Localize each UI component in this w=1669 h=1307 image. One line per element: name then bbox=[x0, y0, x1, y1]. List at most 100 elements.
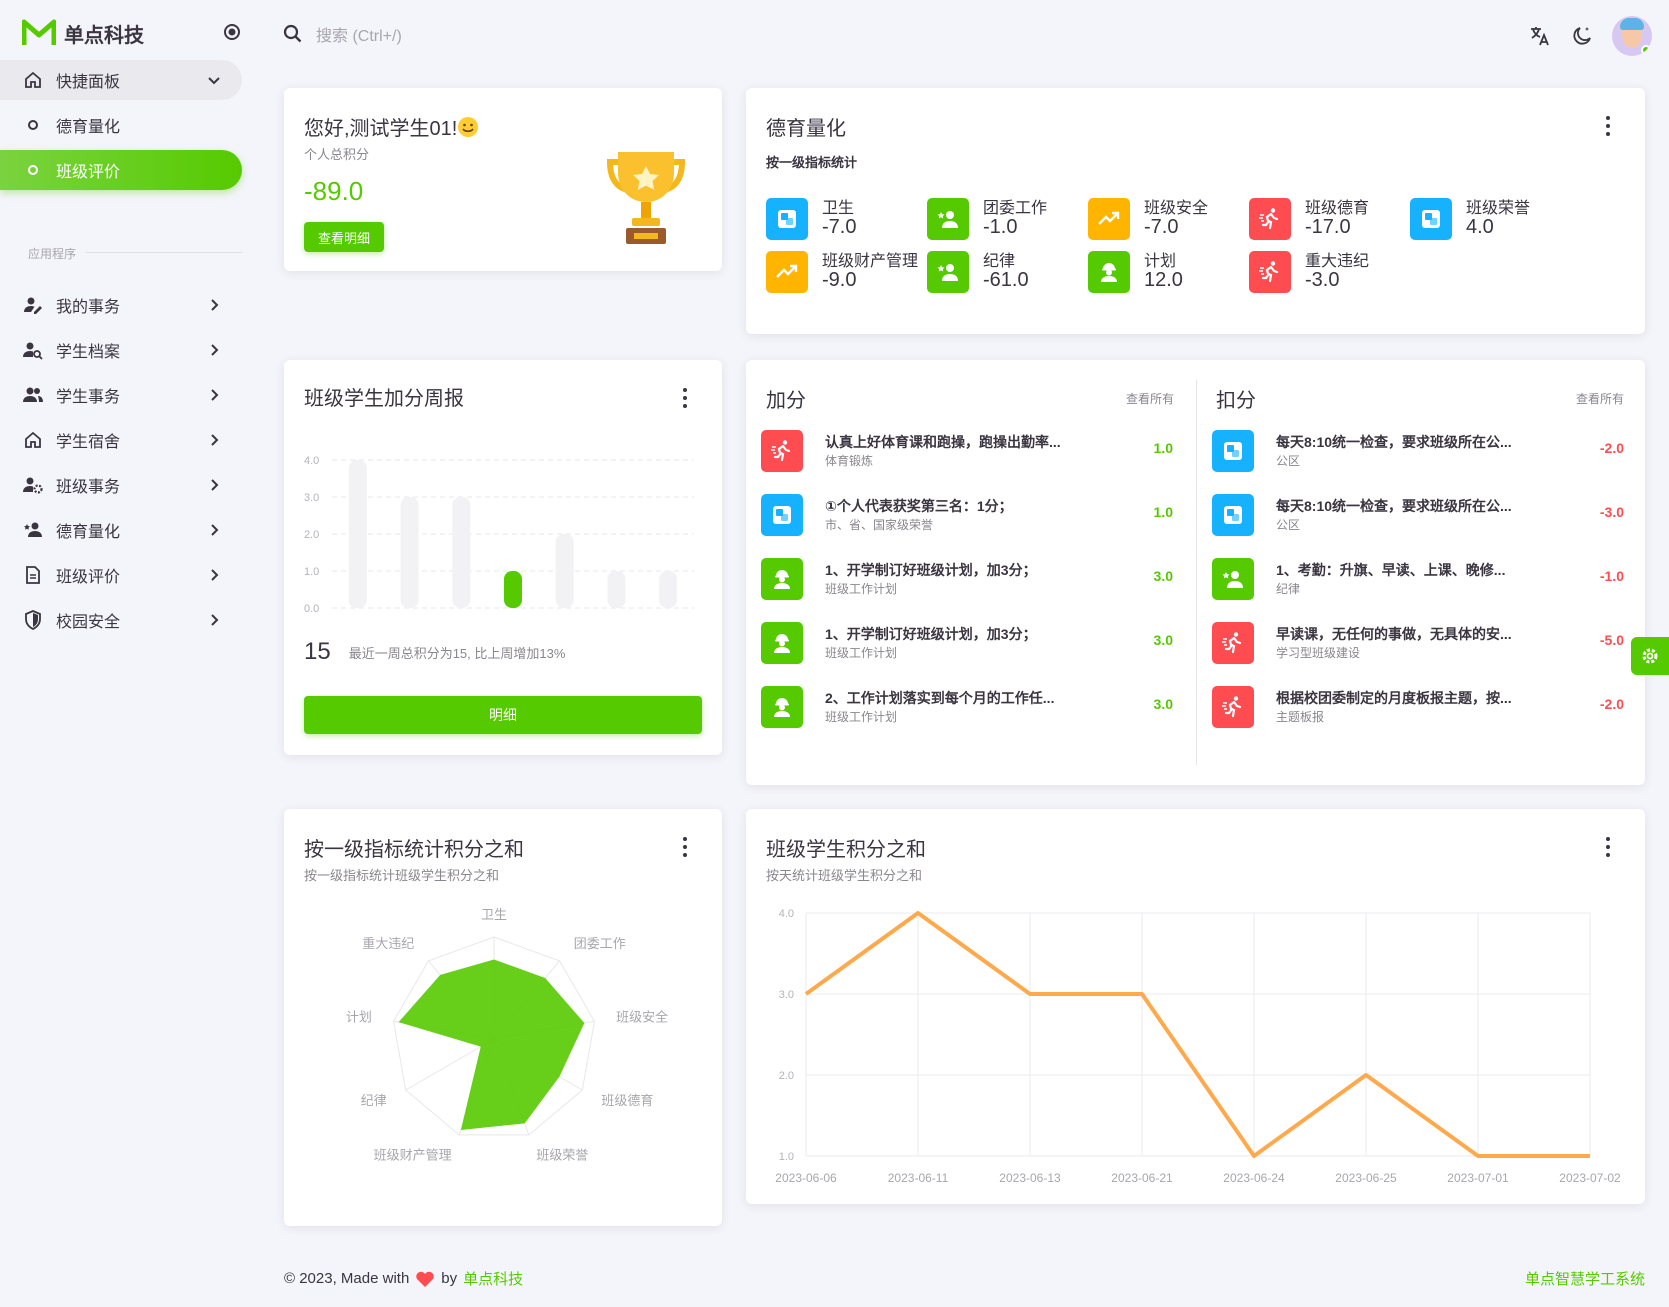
more-menu-icon[interactable] bbox=[1605, 116, 1611, 136]
nav-campus-safety[interactable]: 校园安全 bbox=[0, 600, 242, 640]
quant-stat-value: -61.0 bbox=[983, 269, 1029, 291]
chevron-right-icon bbox=[211, 389, 219, 401]
search-bar[interactable]: 搜索 (Ctrl+/) bbox=[282, 22, 402, 46]
settings-fab[interactable] bbox=[1631, 637, 1669, 675]
square-icon bbox=[761, 494, 803, 536]
y-tick-label: 0.0 bbox=[304, 603, 319, 615]
quant-stat-value: 12.0 bbox=[1144, 269, 1183, 291]
nav-label: 班级事务 bbox=[56, 479, 121, 496]
item-title: 1、开学制订好班级计划，加3分； bbox=[825, 562, 1037, 578]
footer-system-name[interactable]: 单点智慧学工系统 bbox=[1525, 1268, 1645, 1289]
item-category: 班级工作计划 bbox=[825, 582, 898, 596]
plus-view-all-link[interactable]: 查看所有 bbox=[1126, 390, 1174, 407]
translate-icon[interactable] bbox=[1528, 24, 1552, 48]
brand[interactable]: 单点科技 bbox=[22, 18, 144, 48]
nav-student-records[interactable]: 学生档案 bbox=[0, 330, 242, 370]
x-tick-label: 2023-07-01 bbox=[1447, 1171, 1509, 1185]
user-cog-icon bbox=[22, 475, 44, 495]
nav-label: 我的事务 bbox=[56, 299, 121, 316]
app-name: 单点科技 bbox=[64, 24, 144, 47]
nav-sub-class-eval[interactable]: 班级评价 bbox=[0, 150, 242, 190]
quant-stat-value: -7.0 bbox=[822, 216, 857, 238]
quant-stat-name: 班级荣誉 bbox=[1466, 200, 1531, 217]
nav-class-eval[interactable]: 班级评价 bbox=[0, 555, 242, 595]
quant-stat-name: 计划 bbox=[1144, 253, 1177, 270]
footer-copyright: © 2023, Made with bbox=[284, 1270, 410, 1287]
list-item[interactable]: 每天8:10统一检查，要求班级所在公... 公区 -2.0 bbox=[1212, 428, 1624, 476]
radar-card: 按一级指标统计积分之和 按一级指标统计班级学生积分之和 卫生 团委工作 班级安全 班级… bbox=[284, 809, 722, 1226]
quant-stat: 团委工作 -1.0 bbox=[927, 194, 1097, 242]
topbar: 搜索 (Ctrl+/) bbox=[282, 16, 1652, 64]
search-placeholder[interactable]: 搜索 (Ctrl+/) bbox=[316, 22, 402, 46]
nav-class-affairs[interactable]: 班级事务 bbox=[0, 465, 242, 505]
radar-title: 按一级指标统计积分之和 bbox=[304, 839, 524, 861]
nav-sub-label: 德育量化 bbox=[56, 119, 121, 136]
item-category: 学习型班级建设 bbox=[1276, 646, 1361, 660]
quant-stat: 班级德育 -17.0 bbox=[1249, 194, 1419, 242]
users-icon bbox=[22, 385, 44, 405]
square-icon bbox=[1212, 494, 1254, 536]
chevron-right-icon bbox=[211, 479, 219, 491]
list-item[interactable]: 1、开学制订好班级计划，加3分； 班级工作计划 3.0 bbox=[761, 556, 1173, 604]
home-icon bbox=[22, 70, 44, 90]
top-actions bbox=[1528, 16, 1652, 56]
nav-student-affairs[interactable]: 学生事务 bbox=[0, 375, 242, 415]
minus-view-all-link[interactable]: 查看所有 bbox=[1576, 390, 1624, 407]
home-icon bbox=[22, 430, 44, 450]
footer-left: © 2023, Made with by 单点科技 bbox=[284, 1268, 523, 1289]
sidebar: 单点科技 快捷面板 德育量化 班级评价 应用程序 我的事务 学生档案 学生事务 … bbox=[0, 0, 258, 1307]
square-icon bbox=[766, 198, 808, 240]
item-title: 每天8:10统一检查，要求班级所在公... bbox=[1276, 498, 1512, 514]
circle-icon bbox=[22, 115, 44, 135]
total-score: -89.0 bbox=[304, 176, 364, 206]
quant-stat: 计划 12.0 bbox=[1088, 247, 1258, 295]
nav-dashboard[interactable]: 快捷面板 bbox=[0, 60, 242, 100]
list-item[interactable]: 每天8:10统一检查，要求班级所在公... 公区 -3.0 bbox=[1212, 492, 1624, 540]
nav-dormitory[interactable]: 学生宿舍 bbox=[0, 420, 242, 460]
list-item[interactable]: 早读课，无任何的事做，无具体的安... 学习型班级建设 -5.0 bbox=[1212, 620, 1624, 668]
run-icon bbox=[761, 430, 803, 472]
footer-brand-link[interactable]: 单点科技 bbox=[463, 1268, 523, 1289]
worker-icon bbox=[761, 686, 803, 728]
list-item[interactable]: 1、开学制订好班级计划，加3分； 班级工作计划 3.0 bbox=[761, 620, 1173, 668]
weekly-detail-button[interactable]: 明细 bbox=[304, 696, 702, 734]
quant-subtitle: 按一级指标统计 bbox=[766, 155, 858, 170]
view-detail-button[interactable]: 查看明细 bbox=[304, 222, 384, 252]
document-icon bbox=[22, 565, 44, 585]
chevron-right-icon bbox=[211, 569, 219, 581]
circle-icon bbox=[22, 160, 44, 180]
quant-stat: 卫生 -7.0 bbox=[766, 194, 936, 242]
section-label: 应用程序 bbox=[28, 247, 77, 261]
user-avatar[interactable] bbox=[1612, 16, 1652, 56]
gear-icon bbox=[1642, 648, 1658, 664]
list-item[interactable]: 2、工作计划落实到每个月的工作任... 班级工作计划 3.0 bbox=[761, 684, 1173, 732]
item-score: -2.0 bbox=[1599, 440, 1624, 456]
trend-icon bbox=[1088, 198, 1130, 240]
list-item[interactable]: ①个人代表获奖第三名：1分； 市、省、国家级荣誉 1.0 bbox=[761, 492, 1173, 540]
chevron-down-icon bbox=[208, 77, 220, 85]
quant-title: 德育量化 bbox=[766, 118, 846, 140]
item-title: 1、考勤：升旗、早读、上课、晚修... bbox=[1276, 562, 1506, 578]
quant-stat-value: -7.0 bbox=[1144, 216, 1179, 238]
nav-my-affairs[interactable]: 我的事务 bbox=[0, 285, 242, 325]
chevron-right-icon bbox=[211, 614, 219, 626]
list-item[interactable]: 认真上好体育课和跑操，跑操出勤率... 体育锻炼 1.0 bbox=[761, 428, 1173, 476]
plus-minus-card: 加分 查看所有 扣分 查看所有 认真上好体育课和跑操，跑操出勤率... 体育锻炼 1… bbox=[746, 360, 1645, 785]
chevron-right-icon bbox=[211, 344, 219, 356]
moon-icon[interactable] bbox=[1570, 24, 1594, 48]
more-menu-icon[interactable] bbox=[682, 837, 688, 857]
list-item[interactable]: 1、考勤：升旗、早读、上课、晚修... 纪律 -1.0 bbox=[1212, 556, 1624, 604]
welcome-sub: 个人总积分 bbox=[304, 147, 370, 162]
nav-moral-quant[interactable]: 德育量化 bbox=[0, 510, 242, 550]
list-item[interactable]: 根据校团委制定的月度板报主题，按... 主题板报 -2.0 bbox=[1212, 684, 1624, 732]
radar-chart: 卫生团委工作班级安全班级德育班级荣誉 班级财产管理 纪律 计划 重大违纪 bbox=[346, 907, 668, 1163]
item-title: 早读课，无任何的事做，无具体的安... bbox=[1276, 626, 1512, 642]
user-search-icon bbox=[22, 340, 44, 360]
bar bbox=[659, 571, 678, 608]
nav-sub-quant[interactable]: 德育量化 bbox=[0, 105, 242, 145]
radar-label: 团委工作 bbox=[574, 936, 626, 951]
pin-sidebar-icon[interactable] bbox=[222, 22, 242, 42]
y-tick-label: 2.0 bbox=[779, 1070, 794, 1082]
item-category: 班级工作计划 bbox=[825, 710, 898, 724]
item-category: 公区 bbox=[1276, 518, 1301, 532]
